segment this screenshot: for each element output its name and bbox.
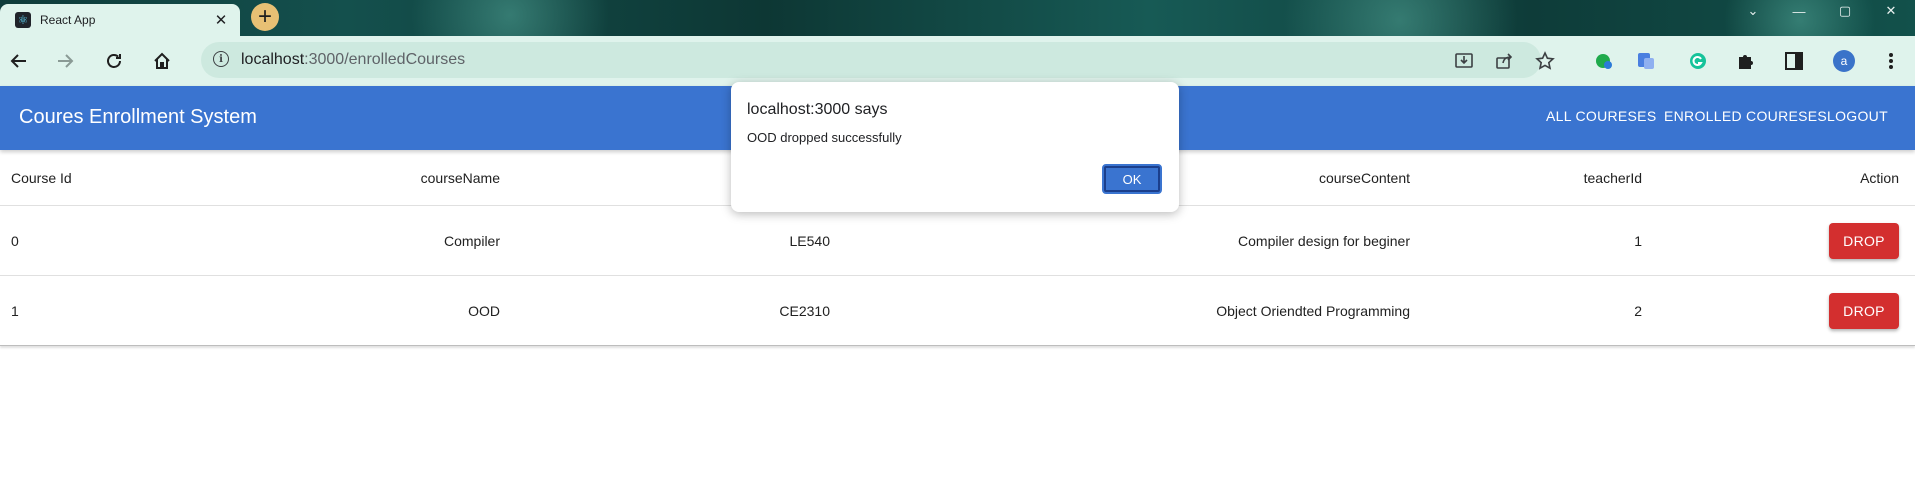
home-icon[interactable]	[147, 46, 177, 76]
new-tab-button[interactable]: +	[251, 3, 279, 31]
cell-action: DROP	[1829, 206, 1899, 275]
cell-teacher-id: 2	[1634, 303, 1642, 319]
cell-course-code: CE2310	[779, 303, 830, 319]
dialog-ok-button[interactable]: OK	[1102, 164, 1162, 194]
drop-button[interactable]: DROP	[1829, 293, 1899, 329]
restore-button[interactable]: ▢	[1822, 0, 1868, 22]
url-text[interactable]: localhost:3000/enrolledCourses	[241, 51, 465, 69]
share-icon[interactable]	[1493, 50, 1515, 72]
nav-logout-button[interactable]: LOGOUT	[1827, 108, 1888, 124]
drop-button[interactable]: DROP	[1829, 222, 1899, 259]
tab-search-chevron-icon[interactable]: ⌄	[1730, 0, 1776, 22]
nav-all-courses-button[interactable]: ALL COURESES	[1546, 108, 1656, 124]
site-info-icon[interactable]: i	[213, 51, 229, 67]
cell-course-content: Compiler design for beginer	[1238, 232, 1410, 249]
dialog-message: OOD dropped successfully	[747, 130, 902, 145]
window-close-button[interactable]: ✕	[1868, 0, 1914, 22]
cell-course-id: 1	[11, 303, 19, 319]
cell-course-name: OOD	[468, 303, 500, 319]
header-course-content: courseContent	[1318, 169, 1410, 186]
table-row: 1 OOD CE2310 Object Oriendted Programmin…	[0, 276, 1915, 346]
grammarly-extension-icon[interactable]	[1683, 46, 1713, 76]
back-arrow-icon[interactable]	[4, 46, 34, 76]
header-course-id: Course Id	[11, 169, 72, 186]
browser-toolbar: i localhost:3000/enrolledCourses a	[0, 36, 1915, 86]
cell-course-content: Object Oriendted Programming	[1216, 303, 1410, 319]
install-app-icon[interactable]	[1453, 50, 1475, 72]
header-course-name: courseName	[420, 169, 500, 186]
alert-dialog: localhost:3000 says OOD dropped successf…	[731, 82, 1179, 212]
app-title: Coures Enrollment System	[19, 106, 257, 128]
cell-teacher-id: 1	[1634, 232, 1642, 249]
header-teacher-id: teacherId	[1583, 169, 1642, 186]
nav-enrolled-courses-button[interactable]: ENROLLED COURESES	[1664, 108, 1827, 124]
reload-icon[interactable]	[99, 46, 129, 76]
cell-course-code: LE540	[789, 232, 830, 249]
translate-extension-icon[interactable]	[1631, 46, 1661, 76]
browser-tab-strip: ⚛ React App ✕ + ⌄ — ▢ ✕	[0, 0, 1915, 36]
extensions-puzzle-icon[interactable]	[1731, 46, 1761, 76]
forward-arrow-icon[interactable]	[50, 46, 80, 76]
background-glow	[1240, 0, 1560, 36]
side-panel-icon[interactable]	[1779, 46, 1809, 76]
minimize-button[interactable]: —	[1776, 0, 1822, 22]
tab-close-icon[interactable]: ✕	[212, 11, 230, 29]
browser-menu-icon[interactable]	[1876, 46, 1906, 76]
avatar: a	[1833, 50, 1855, 72]
react-favicon-icon: ⚛	[15, 12, 31, 28]
cell-course-name: Compiler	[443, 232, 500, 249]
browser-tab[interactable]: ⚛ React App ✕	[0, 4, 240, 36]
evernote-extension-icon[interactable]	[1589, 46, 1619, 76]
header-action: Action	[1860, 169, 1899, 186]
dialog-title: localhost:3000 says	[747, 101, 888, 118]
bookmark-star-icon[interactable]	[1534, 50, 1556, 72]
profile-avatar[interactable]: a	[1829, 46, 1859, 76]
table-row: 0 Compiler LE540 Compiler design for beg…	[0, 206, 1915, 276]
cell-course-id: 0	[11, 232, 19, 249]
background-glow	[380, 0, 640, 36]
address-bar[interactable]: i localhost:3000/enrolledCourses	[201, 42, 1555, 78]
tab-title: React App	[40, 13, 96, 27]
cell-action: DROP	[1829, 276, 1899, 346]
